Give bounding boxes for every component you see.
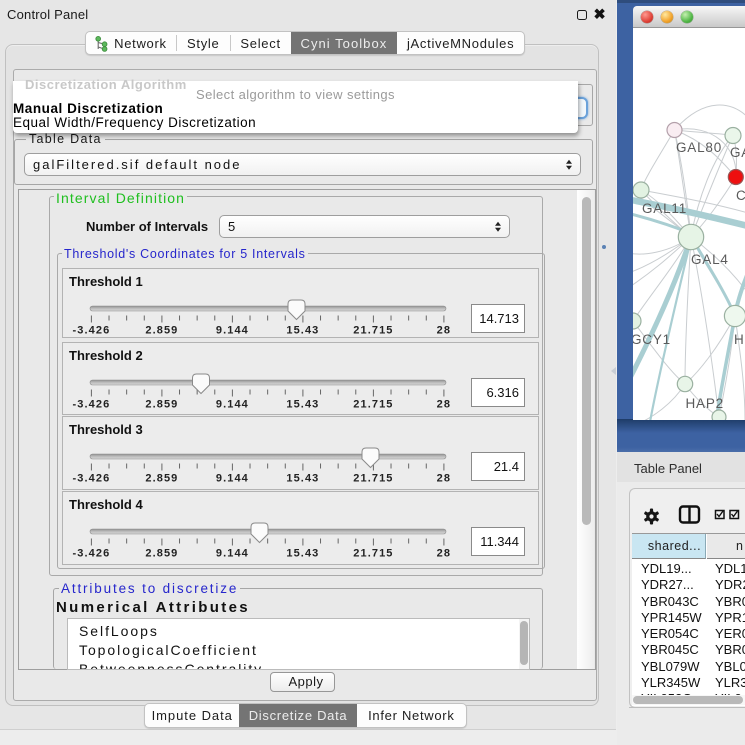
svg-text:GCY1: GCY1 xyxy=(633,332,671,347)
svg-text:9.144: 9.144 xyxy=(216,399,249,411)
svg-text:28: 28 xyxy=(437,325,451,337)
svg-text:15.43: 15.43 xyxy=(286,399,319,411)
svg-text:2.859: 2.859 xyxy=(145,325,178,337)
svg-text:HAP2: HAP2 xyxy=(686,396,724,411)
svg-text:GAL4: GAL4 xyxy=(691,252,729,267)
svg-text:21.715: 21.715 xyxy=(353,399,393,411)
svg-text:15.43: 15.43 xyxy=(286,548,319,560)
svg-text:-3.426: -3.426 xyxy=(73,399,111,411)
svg-text:21.715: 21.715 xyxy=(353,473,393,485)
svg-text:-3.426: -3.426 xyxy=(73,325,111,337)
svg-text:28: 28 xyxy=(437,548,451,560)
svg-text:2.859: 2.859 xyxy=(145,399,178,411)
svg-text:H: H xyxy=(734,332,745,347)
svg-text:28: 28 xyxy=(437,473,451,485)
svg-text:-3.426: -3.426 xyxy=(73,473,111,485)
svg-text:GA: GA xyxy=(730,145,745,160)
svg-text:GAL11: GAL11 xyxy=(642,201,687,216)
svg-text:28: 28 xyxy=(437,399,451,411)
svg-text:2.859: 2.859 xyxy=(145,473,178,485)
svg-text:C: C xyxy=(736,188,745,203)
svg-text:GAL80: GAL80 xyxy=(676,140,722,155)
svg-text:21.715: 21.715 xyxy=(353,325,393,337)
svg-text:9.144: 9.144 xyxy=(216,473,249,485)
svg-text:15.43: 15.43 xyxy=(286,325,319,337)
svg-text:2.859: 2.859 xyxy=(145,548,178,560)
svg-text:9.144: 9.144 xyxy=(216,325,249,337)
svg-text:15.43: 15.43 xyxy=(286,473,319,485)
svg-text:-3.426: -3.426 xyxy=(73,548,111,560)
svg-text:21.715: 21.715 xyxy=(353,548,393,560)
svg-text:9.144: 9.144 xyxy=(216,548,249,560)
